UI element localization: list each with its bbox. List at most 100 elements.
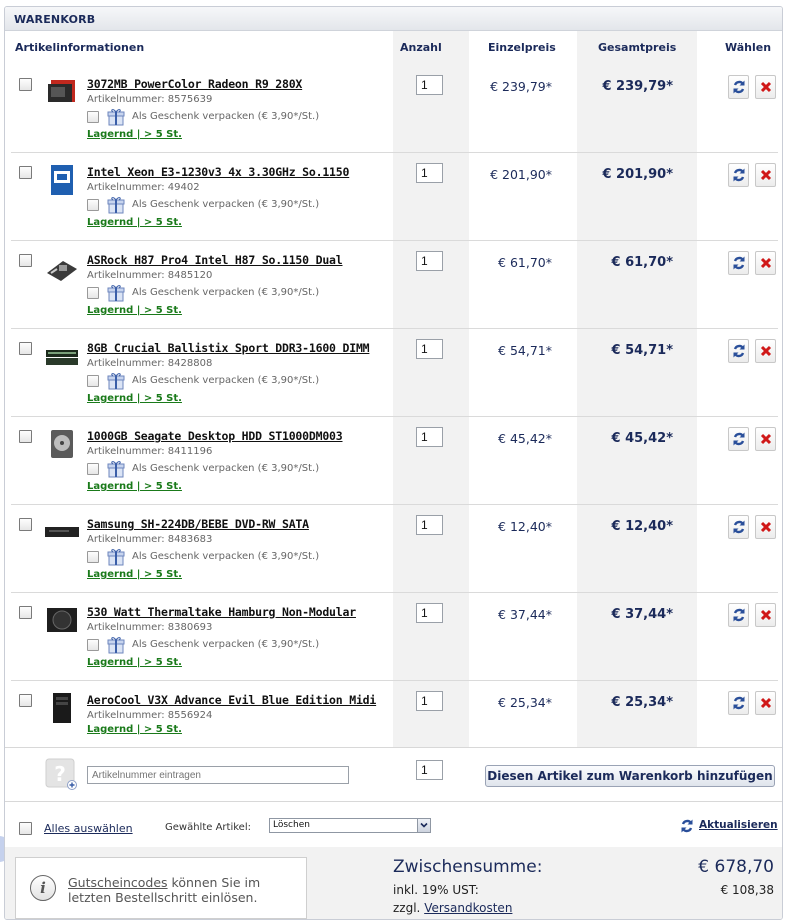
item-select-checkbox[interactable]	[19, 78, 32, 91]
stock-status[interactable]: Lagernd | > 5 St.	[87, 217, 182, 228]
article-number-input[interactable]	[87, 766, 349, 784]
add-qty-input[interactable]	[416, 760, 443, 780]
hdd-thumbnail[interactable]	[45, 429, 79, 459]
tax-value: € 108,38	[720, 883, 774, 897]
delete-icon[interactable]	[755, 75, 776, 99]
gift-icon	[107, 636, 125, 654]
delete-icon[interactable]	[755, 163, 776, 187]
stock-status[interactable]: Lagernd | > 5 St.	[87, 724, 182, 735]
item-qty-input[interactable]	[416, 691, 443, 711]
select-all-checkbox[interactable]	[19, 822, 32, 835]
gift-wrap-label: Als Geschenk verpacken (€ 3,90*/St.)	[132, 111, 320, 122]
cart-item-row: 8GB Crucial Ballistix Sport DDR3-1600 DI…	[5, 329, 782, 417]
delete-icon[interactable]	[755, 427, 776, 451]
add-to-cart-button[interactable]: Diesen Artikel zum Warenkorb hinzufügen	[485, 765, 775, 787]
info-icon: i	[30, 875, 56, 901]
refresh-icon[interactable]	[728, 603, 749, 627]
stock-status[interactable]: Lagernd | > 5 St.	[87, 393, 182, 404]
item-title-link[interactable]: Intel Xeon E3-1230v3 4x 3.30GHz So.1150	[87, 165, 349, 179]
item-select-checkbox[interactable]	[19, 166, 32, 179]
psu-thumbnail[interactable]	[45, 605, 79, 635]
unknown-article-icon: ?	[45, 758, 77, 790]
delete-icon[interactable]	[755, 339, 776, 363]
cpu-thumbnail[interactable]	[45, 165, 79, 195]
item-total-price: € 25,34*	[611, 695, 674, 710]
stock-status[interactable]: Lagernd | > 5 St.	[87, 569, 182, 580]
gift-wrap-label: Als Geschenk verpacken (€ 3,90*/St.)	[132, 199, 320, 210]
gift-wrap-label: Als Geschenk verpacken (€ 3,90*/St.)	[132, 375, 320, 386]
item-qty-input[interactable]	[416, 75, 443, 95]
stock-status[interactable]: Lagernd | > 5 St.	[87, 129, 182, 140]
subtotal-value: € 678,70	[698, 857, 774, 877]
refresh-icon[interactable]	[728, 339, 749, 363]
gift-wrap-label: Als Geschenk verpacken (€ 3,90*/St.)	[132, 639, 320, 650]
item-unit-price: € 54,71*	[498, 343, 552, 358]
item-unit-price: € 37,44*	[498, 607, 552, 622]
gift-wrap-checkbox[interactable]	[87, 375, 99, 387]
gift-wrap-checkbox[interactable]	[87, 111, 99, 123]
item-title-link[interactable]: ASRock H87 Pro4 Intel H87 So.1150 Dual	[87, 253, 343, 267]
stock-status[interactable]: Lagernd | > 5 St.	[87, 657, 182, 668]
item-select-checkbox[interactable]	[19, 430, 32, 443]
board-thumbnail[interactable]	[45, 253, 79, 283]
item-unit-price: € 201,90*	[490, 167, 552, 182]
item-title-link[interactable]: 1000GB Seagate Desktop HDD ST1000DM003	[87, 429, 343, 443]
delete-icon[interactable]	[755, 251, 776, 275]
refresh-icon[interactable]	[728, 163, 749, 187]
item-title-link[interactable]: 8GB Crucial Ballistix Sport DDR3-1600 DI…	[87, 341, 370, 355]
stock-status[interactable]: Lagernd | > 5 St.	[87, 481, 182, 492]
dvd-thumbnail[interactable]	[45, 517, 79, 547]
coupon-text-rest: können Sie im	[167, 875, 261, 890]
bulk-action-select[interactable]: Löschen	[269, 818, 431, 833]
svg-text:?: ?	[54, 762, 66, 786]
refresh-icon[interactable]	[728, 515, 749, 539]
item-qty-input[interactable]	[416, 339, 443, 359]
cart-item-row: 1000GB Seagate Desktop HDD ST1000DM003 Ar…	[5, 417, 782, 505]
ram-thumbnail[interactable]	[45, 341, 79, 371]
delete-icon[interactable]	[755, 603, 776, 627]
shipping-costs-link[interactable]: Versandkosten	[424, 901, 512, 915]
item-qty-input[interactable]	[416, 515, 443, 535]
gift-icon	[107, 284, 125, 302]
refresh-link[interactable]: Aktualisieren	[699, 819, 778, 831]
item-qty-input[interactable]	[416, 163, 443, 183]
item-unit-price: € 239,79*	[490, 79, 552, 94]
item-select-checkbox[interactable]	[19, 518, 32, 531]
item-title-link[interactable]: 530 Watt Thermaltake Hamburg Non-Modular	[87, 605, 356, 619]
coupon-info-box: i Gutscheincodes können Sie im letzten B…	[15, 857, 307, 919]
item-select-checkbox[interactable]	[19, 606, 32, 619]
refresh-icon[interactable]	[728, 427, 749, 451]
gpu-thumbnail[interactable]	[45, 77, 79, 107]
gift-icon	[107, 460, 125, 478]
item-title-link[interactable]: Samsung SH-224DB/BEBE DVD-RW SATA	[87, 517, 309, 531]
refresh-icon[interactable]	[728, 691, 749, 715]
select-all-link[interactable]: Alles auswählen	[44, 822, 133, 835]
refresh-icon[interactable]	[728, 251, 749, 275]
item-select-checkbox[interactable]	[19, 254, 32, 267]
delete-icon[interactable]	[755, 515, 776, 539]
delete-icon[interactable]	[755, 691, 776, 715]
gift-wrap-checkbox[interactable]	[87, 463, 99, 475]
case-thumbnail[interactable]	[45, 693, 79, 723]
item-qty-input[interactable]	[416, 427, 443, 447]
panel-title: WARENKORB	[5, 7, 782, 31]
refresh-icon[interactable]	[728, 75, 749, 99]
coupon-codes-link[interactable]: Gutscheincodes	[68, 875, 168, 890]
item-select-checkbox[interactable]	[19, 342, 32, 355]
subtotal-label: Zwischensumme:	[393, 857, 543, 877]
gift-wrap-checkbox[interactable]	[87, 551, 99, 563]
item-title-link[interactable]: AeroCool V3X Advance Evil Blue Edition M…	[87, 693, 376, 707]
stock-status[interactable]: Lagernd | > 5 St.	[87, 305, 182, 316]
item-qty-input[interactable]	[416, 251, 443, 271]
gift-icon	[107, 196, 125, 214]
item-article-number: Artikelnummer: 49402	[87, 182, 200, 193]
refresh-icon[interactable]	[680, 818, 694, 837]
gift-wrap-checkbox[interactable]	[87, 199, 99, 211]
gift-wrap-checkbox[interactable]	[87, 639, 99, 651]
col-header-qty: Anzahl	[400, 41, 442, 54]
item-title-link[interactable]: 3072MB PowerColor Radeon R9 280X	[87, 77, 302, 91]
item-qty-input[interactable]	[416, 603, 443, 623]
gift-wrap-checkbox[interactable]	[87, 287, 99, 299]
item-select-checkbox[interactable]	[19, 694, 32, 707]
item-unit-price: € 45,42*	[498, 431, 552, 446]
